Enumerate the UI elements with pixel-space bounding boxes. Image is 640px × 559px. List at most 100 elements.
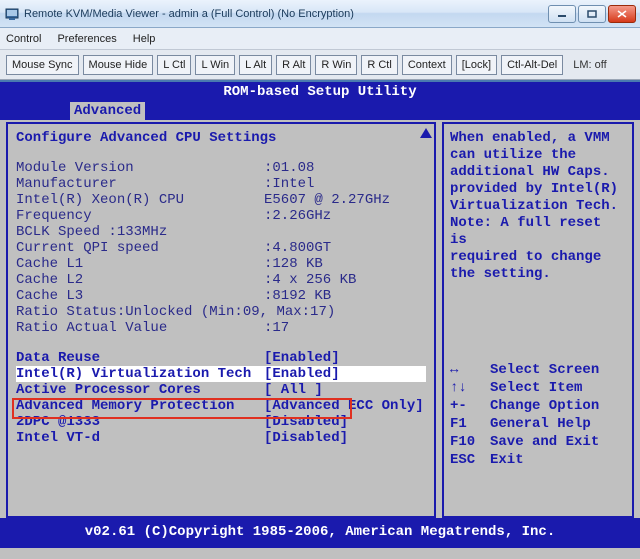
label: Current QPI speed	[16, 240, 264, 256]
info-cpu: Intel(R) Xeon(R) CPU E5607 @ 2.27GHz	[16, 192, 426, 208]
info-frequency: Frequency :2.26GHz	[16, 208, 426, 224]
help-line: additional HW Caps.	[450, 164, 626, 181]
key-desc: General Help	[490, 415, 591, 433]
key-desc: Select Item	[490, 379, 582, 397]
bios-footer: v02.61 (C)Copyright 1985-2006, American …	[0, 518, 640, 548]
key-desc: Exit	[490, 451, 524, 469]
value: [Enabled]	[264, 350, 426, 366]
label: Ratio Actual Value	[16, 320, 264, 336]
option-virtualization-tech[interactable]: Intel(R) Virtualization Tech [Enabled]	[16, 366, 426, 382]
value: :4.800GT	[264, 240, 426, 256]
help-text: When enabled, a VMM can utilize the addi…	[450, 130, 626, 283]
minimize-button[interactable]	[548, 5, 576, 23]
label: Data Reuse	[16, 350, 264, 366]
option-2dpc-1333[interactable]: 2DPC @1333 [Disabled]	[16, 414, 426, 430]
menu-help[interactable]: Help	[133, 33, 156, 45]
context-button[interactable]: Context	[402, 55, 452, 75]
info-module-version: Module Version :01.08	[16, 160, 426, 176]
label: 2DPC @1333	[16, 414, 264, 430]
label: Cache L2	[16, 272, 264, 288]
label: Manufacturer	[16, 176, 264, 192]
app-icon	[4, 6, 20, 22]
lm-status: LM: off	[573, 59, 606, 71]
option-data-reuse[interactable]: Data Reuse [Enabled]	[16, 350, 426, 366]
ralt-button[interactable]: R Alt	[276, 55, 311, 75]
option-intel-vt-d[interactable]: Intel VT-d [Disabled]	[16, 430, 426, 446]
lalt-button[interactable]: L Alt	[239, 55, 272, 75]
lctl-button[interactable]: L Ctl	[157, 55, 191, 75]
label: Module Version	[16, 160, 264, 176]
key: ↔	[450, 361, 490, 379]
key: F10	[450, 433, 490, 451]
info-ratio-status: Ratio Status:Unlocked (Min:09, Max:17)	[16, 304, 426, 320]
toolbar: Mouse Sync Mouse Hide L Ctl L Win L Alt …	[0, 50, 640, 80]
info-cache-l1: Cache L1 :128 KB	[16, 256, 426, 272]
label: Cache L1	[16, 256, 264, 272]
section-title: Configure Advanced CPU Settings	[16, 130, 426, 146]
key-desc: Change Option	[490, 397, 599, 415]
value: :17	[264, 320, 426, 336]
value: [ All ]	[264, 382, 426, 398]
rwin-button[interactable]: R Win	[315, 55, 357, 75]
value: :2.26GHz	[264, 208, 426, 224]
value: :128 KB	[264, 256, 426, 272]
ctl-alt-del-button[interactable]: Ctl-Alt-Del	[501, 55, 563, 75]
key: +-	[450, 397, 490, 415]
rctl-button[interactable]: R Ctl	[361, 55, 397, 75]
label: Active Processor Cores	[16, 382, 264, 398]
value: :Intel	[264, 176, 426, 192]
label: Intel(R) Virtualization Tech	[16, 366, 264, 382]
label: Intel(R) Xeon(R) CPU	[16, 192, 264, 208]
help-line: Virtualization Tech.	[450, 198, 626, 215]
info-cache-l3: Cache L3 :8192 KB	[16, 288, 426, 304]
close-button[interactable]	[608, 5, 636, 23]
scroll-up-icon[interactable]	[420, 128, 432, 138]
bios-help-panel: When enabled, a VMM can utilize the addi…	[442, 122, 634, 518]
lwin-button[interactable]: L Win	[195, 55, 235, 75]
help-line: can utilize the	[450, 147, 626, 164]
value: :4 x 256 KB	[264, 272, 426, 288]
menu-bar: Control Preferences Help	[0, 28, 640, 50]
bios-screen[interactable]: ROM-based Setup Utility Advanced Configu…	[0, 82, 640, 559]
value: [Enabled]	[264, 366, 426, 382]
label: Frequency	[16, 208, 264, 224]
value: :01.08	[264, 160, 426, 176]
option-advanced-memory-protection[interactable]: Advanced Memory Protection [Advanced ECC…	[16, 398, 426, 414]
option-active-cores[interactable]: Active Processor Cores [ All ]	[16, 382, 426, 398]
label: BCLK Speed :133MHz	[16, 224, 167, 240]
menu-control[interactable]: Control	[6, 33, 41, 45]
label: Advanced Memory Protection	[16, 398, 264, 414]
info-bclk: BCLK Speed :133MHz	[16, 224, 426, 240]
mouse-hide-button[interactable]: Mouse Hide	[83, 55, 154, 75]
menu-preferences[interactable]: Preferences	[57, 33, 116, 45]
value: [Disabled]	[264, 414, 426, 430]
value: :8192 KB	[264, 288, 426, 304]
help-line: When enabled, a VMM	[450, 130, 626, 147]
label: Intel VT-d	[16, 430, 264, 446]
window-controls	[548, 5, 636, 23]
key-desc: Select Screen	[490, 361, 599, 379]
help-line: the setting.	[450, 266, 626, 283]
info-qpi: Current QPI speed :4.800GT	[16, 240, 426, 256]
value: [Disabled]	[264, 430, 426, 446]
bios-settings-panel: Configure Advanced CPU Settings Module V…	[6, 122, 436, 518]
info-manufacturer: Manufacturer :Intel	[16, 176, 426, 192]
value: E5607 @ 2.27GHz	[264, 192, 426, 208]
key: F1	[450, 415, 490, 433]
help-line: provided by Intel(R)	[450, 181, 626, 198]
label: Ratio Status:Unlocked (Min:09, Max:17)	[16, 304, 335, 320]
help-line: required to change	[450, 249, 626, 266]
help-line: Note: A full reset is	[450, 215, 626, 249]
bios-tab-bar: Advanced	[0, 102, 640, 120]
info-cache-l2: Cache L2 :4 x 256 KB	[16, 272, 426, 288]
bios-tab-advanced[interactable]: Advanced	[70, 102, 145, 120]
label: Cache L3	[16, 288, 264, 304]
info-ratio-actual: Ratio Actual Value :17	[16, 320, 426, 336]
maximize-button[interactable]	[578, 5, 606, 23]
key: ESC	[450, 451, 490, 469]
help-keys: ↔Select Screen ↑↓Select Item +-Change Op…	[450, 361, 626, 469]
key-desc: Save and Exit	[490, 433, 599, 451]
lock-button[interactable]: [Lock]	[456, 55, 497, 75]
mouse-sync-button[interactable]: Mouse Sync	[6, 55, 79, 75]
key: ↑↓	[450, 379, 490, 397]
